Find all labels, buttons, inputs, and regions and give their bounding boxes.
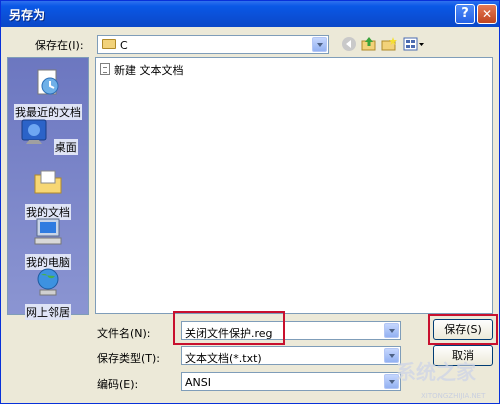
window-title: 另存为 bbox=[9, 8, 46, 22]
file-list[interactable]: 新建 文本文档 bbox=[95, 57, 493, 314]
filetype-value: 文本文档(*.txt) bbox=[185, 352, 262, 365]
network-places-icon bbox=[37, 268, 59, 296]
save-in-value: C bbox=[120, 39, 128, 52]
my-documents-icon bbox=[34, 170, 62, 194]
watermark-url: XITONGZHIJIA.NET bbox=[421, 392, 486, 400]
encoding-value: ANSI bbox=[185, 376, 211, 389]
place-network[interactable]: 网上邻居 bbox=[8, 266, 88, 320]
filename-highlight bbox=[173, 311, 285, 345]
save-in-label: 保存在(I): bbox=[35, 39, 84, 52]
encoding-label: 编码(E): bbox=[97, 378, 139, 391]
chevron-down-icon[interactable] bbox=[312, 37, 327, 52]
up-folder-icon[interactable] bbox=[361, 36, 377, 52]
text-file-icon bbox=[100, 63, 110, 75]
place-label: 桌面 bbox=[53, 139, 78, 155]
save-as-dialog: 另存为 ? ✕ 保存在(I): C 我最近的文档 桌面 我的文档 我的电脑 网上… bbox=[0, 0, 500, 404]
place-my-documents[interactable]: 我的文档 bbox=[8, 166, 88, 220]
place-my-computer[interactable]: 我的电脑 bbox=[8, 216, 88, 270]
filetype-dropdown[interactable]: 文本文档(*.txt) bbox=[181, 346, 401, 365]
place-recent-documents[interactable]: 我最近的文档 bbox=[8, 66, 88, 120]
desktop-icon bbox=[21, 119, 47, 144]
help-button[interactable]: ? bbox=[455, 4, 475, 24]
view-menu-icon[interactable] bbox=[403, 36, 425, 52]
close-button[interactable]: ✕ bbox=[477, 4, 497, 24]
place-desktop[interactable]: 桌面 bbox=[8, 116, 88, 155]
back-icon[interactable] bbox=[341, 36, 357, 52]
file-name: 新建 文本文档 bbox=[114, 64, 184, 77]
folder-icon bbox=[102, 39, 116, 49]
new-folder-icon[interactable] bbox=[381, 36, 397, 52]
save-in-dropdown[interactable]: C bbox=[97, 35, 329, 54]
encoding-dropdown[interactable]: ANSI bbox=[181, 372, 401, 391]
places-bar: 我最近的文档 桌面 我的文档 我的电脑 网上邻居 bbox=[7, 57, 89, 320]
save-highlight bbox=[428, 314, 498, 345]
place-label: 网上邻居 bbox=[25, 304, 71, 320]
my-computer-icon bbox=[34, 218, 62, 245]
chevron-down-icon[interactable] bbox=[384, 323, 399, 338]
filetype-label: 保存类型(T): bbox=[97, 352, 161, 365]
filename-label: 文件名(N): bbox=[97, 327, 151, 340]
recent-documents-icon bbox=[37, 69, 59, 95]
title-bar[interactable]: 另存为 ? ✕ bbox=[1, 1, 499, 27]
